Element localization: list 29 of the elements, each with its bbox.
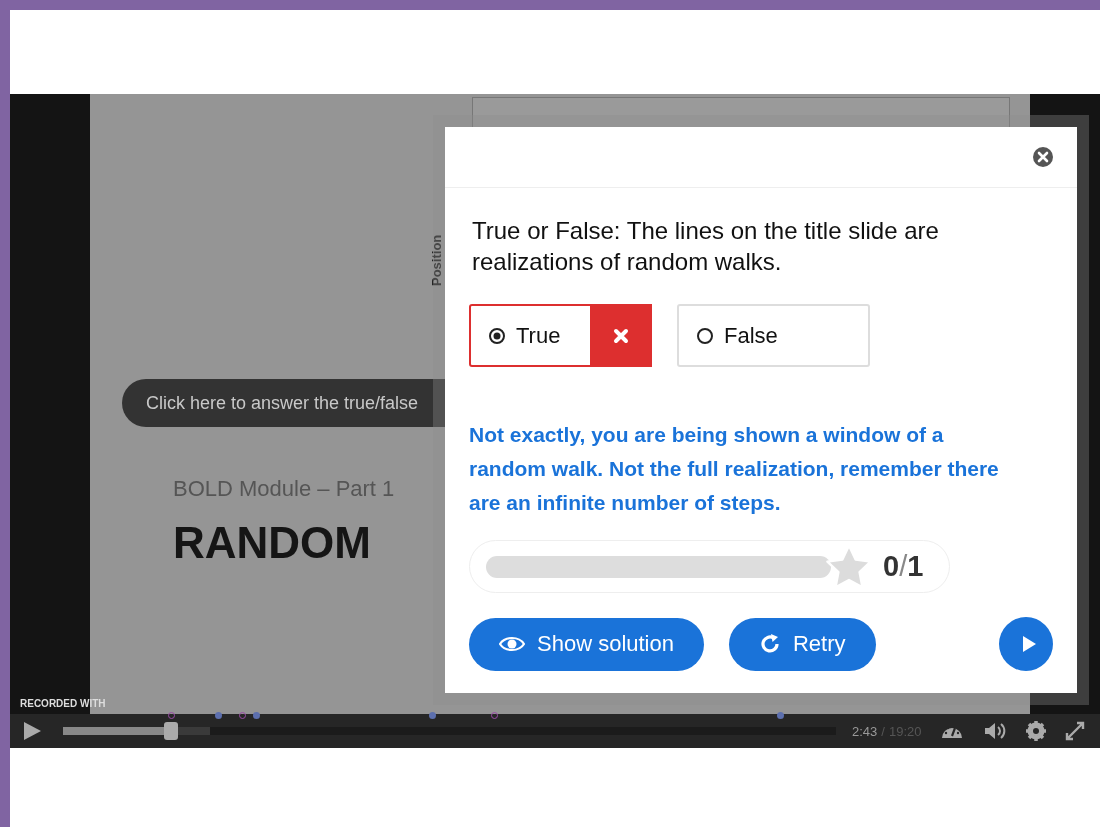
show-solution-button[interactable]: Show solution (469, 617, 704, 671)
answer-option[interactable]: False (677, 304, 870, 367)
eye-icon (499, 635, 525, 653)
option-label: False (724, 322, 778, 349)
next-button[interactable] (999, 617, 1053, 671)
marker-dot[interactable] (253, 712, 261, 719)
marker-dot[interactable] (776, 712, 784, 719)
close-icon[interactable] (1032, 146, 1054, 168)
seek-handle[interactable] (164, 722, 179, 740)
option-label: True (516, 322, 561, 349)
radio-icon (696, 326, 714, 345)
fullscreen-icon[interactable] (1065, 721, 1086, 741)
score-text: 0/1 (883, 550, 924, 583)
play-icon[interactable] (22, 721, 42, 741)
retry-icon (759, 633, 781, 655)
volume-icon[interactable] (983, 721, 1008, 741)
seek-bar[interactable] (63, 722, 836, 740)
settings-icon[interactable] (1026, 721, 1047, 741)
slide-subtitle: BOLD Module – Part 1 (173, 476, 395, 502)
radio-icon (488, 326, 506, 345)
slide-title: RANDOM (173, 518, 371, 568)
current-time: 2:43 (852, 723, 878, 739)
marker-dot[interactable] (428, 712, 436, 719)
marker-dot[interactable] (214, 712, 222, 719)
answer-option[interactable]: True (469, 304, 652, 367)
axis-label: Position (430, 236, 444, 286)
retry-button[interactable]: Retry (729, 617, 876, 671)
time-separator: / (881, 723, 885, 739)
question-text: True or False: The lines on the title slide are realizations of random walks. (472, 216, 940, 277)
